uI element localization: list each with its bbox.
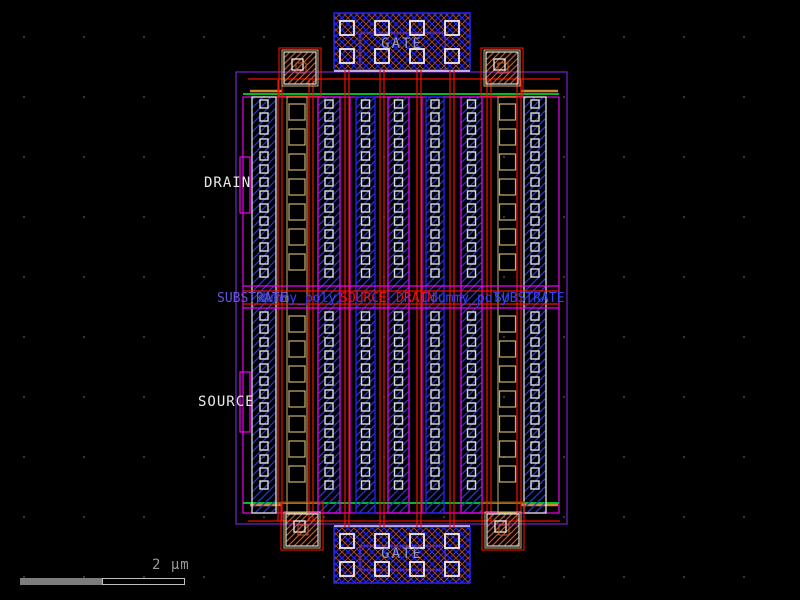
via-contact[interactable] [289,466,305,482]
via-contact[interactable] [500,466,516,482]
via-contact[interactable] [500,104,516,120]
gate-top-label: GATE [334,37,470,51]
corner-hatch[interactable] [286,514,318,546]
via-contact[interactable] [289,204,305,220]
via-contact[interactable] [289,254,305,270]
via-contact[interactable] [289,129,305,145]
net-label: SOURCE [340,291,387,306]
corner-hatch[interactable] [487,514,519,546]
via-contact[interactable] [500,416,516,432]
drain-label: DRAIN [204,176,251,190]
via-contact[interactable] [289,229,305,245]
via-contact[interactable] [289,441,305,457]
layout-canvas[interactable]: DRAIN SOURCE GATE GATE SUBSTRATE dummy_po… [0,0,800,600]
via-contact[interactable] [500,129,516,145]
corner-substrate-contact[interactable] [279,48,321,96]
via-contact[interactable] [500,391,516,407]
net-label: dummy_poly [258,291,336,306]
source-label: SOURCE [198,395,255,409]
via-contact[interactable] [289,104,305,120]
via-contact[interactable] [289,341,305,357]
via-contact[interactable] [289,154,305,170]
corner-substrate-contact[interactable] [482,502,524,550]
via-contact[interactable] [500,341,516,357]
via-contact[interactable] [500,179,516,195]
via-contact[interactable] [500,154,516,170]
scalebar-outline-segment [102,578,185,585]
scalebar-label: 2 μm [152,558,190,572]
gate-bottom-label: GATE [334,547,470,561]
via-contact[interactable] [289,316,305,332]
corner-hatch[interactable] [284,52,316,84]
via-contact[interactable] [500,366,516,382]
via-contact[interactable] [500,254,516,270]
via-contact[interactable] [500,316,516,332]
scalebar-filled-segment [20,578,102,585]
via-contact[interactable] [500,204,516,220]
via-contact[interactable] [289,366,305,382]
via-contact[interactable] [289,416,305,432]
via-contact[interactable] [289,391,305,407]
corner-hatch[interactable] [486,52,518,84]
via-contact[interactable] [289,179,305,195]
via-contact[interactable] [500,441,516,457]
via-contact[interactable] [500,229,516,245]
net-label: SUBSTRATE [494,291,564,306]
